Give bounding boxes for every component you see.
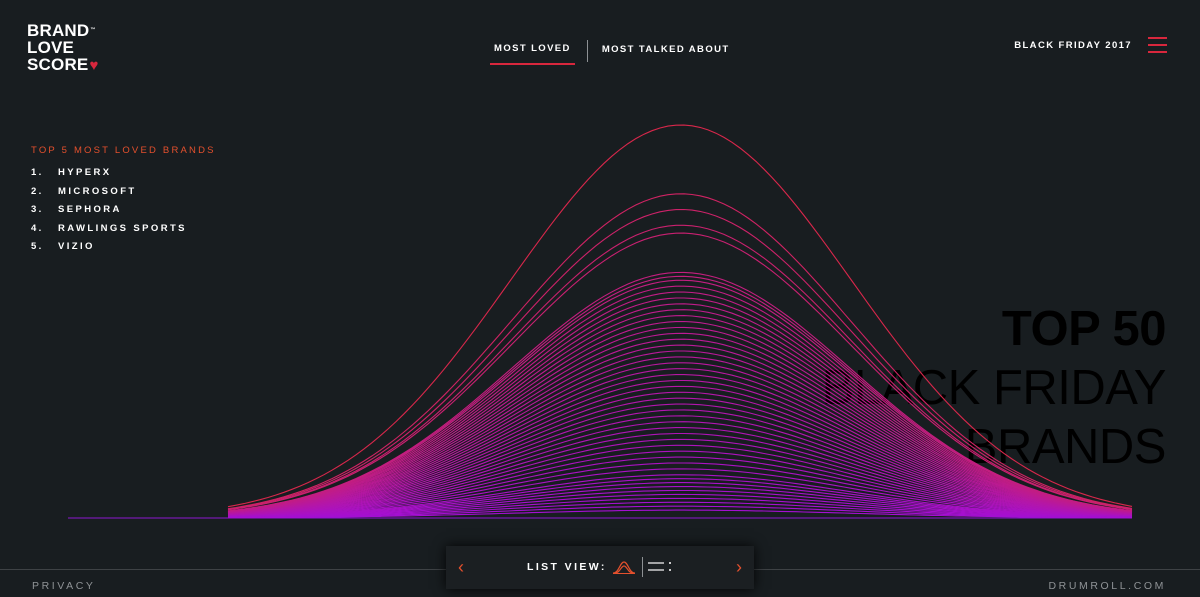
list-view-label: LIST VIEW: [527,561,607,573]
list-view-bar: ‹ LIST VIEW: › [446,546,754,589]
brand-curve[interactable] [227,208,1133,510]
chevron-right-icon[interactable]: › [736,558,742,576]
view-divider [642,557,643,577]
brand-curve[interactable] [227,232,1133,511]
list-view-icon[interactable] [648,560,674,574]
curve-view-icon[interactable] [613,559,635,575]
chevron-left-icon[interactable]: ‹ [458,558,464,576]
brand-curves-chart [68,124,1133,519]
